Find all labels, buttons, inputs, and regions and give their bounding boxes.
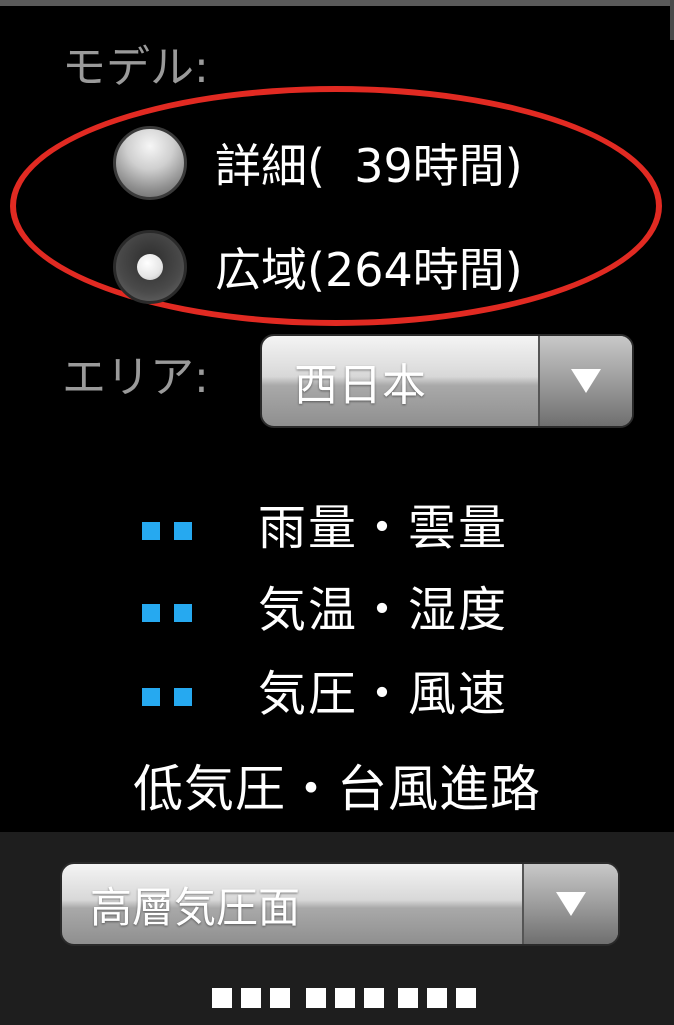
page-dot[interactable] [241, 988, 261, 1008]
page-dot[interactable] [456, 988, 476, 1008]
model-option-wide-label: 広域(264時間) [215, 243, 523, 297]
top-border [0, 0, 674, 6]
area-select-value: 西日本 [294, 360, 426, 411]
radio-selected-icon[interactable] [113, 230, 187, 304]
bullet-icon [142, 522, 160, 540]
level-select-value: 高層気圧面 [90, 882, 301, 932]
page-dot[interactable] [427, 988, 447, 1008]
bullet-icon [174, 604, 192, 622]
menu-item-label: 雨量・雲量 [258, 500, 509, 556]
top-border-right [670, 0, 674, 40]
area-select-arrow[interactable] [538, 336, 632, 426]
menu-item-label: 気圧・風速 [258, 666, 509, 722]
menu-item-rain-cloud[interactable]: 雨量・雲量 [0, 498, 674, 558]
menu-item-pressure-wind[interactable]: 気圧・風速 [0, 664, 674, 724]
chevron-down-icon [556, 892, 586, 916]
radio-unselected-icon[interactable] [113, 126, 187, 200]
level-select-arrow[interactable] [522, 864, 618, 944]
menu-item-label: 気温・湿度 [258, 582, 509, 638]
page-dot[interactable] [364, 988, 384, 1008]
model-option-wide[interactable]: 広域(264時間) [113, 230, 523, 304]
bullet-icon [142, 688, 160, 706]
page-dot[interactable] [398, 988, 418, 1008]
model-option-detail-label: 詳細( 39時間) [215, 139, 523, 193]
model-label: モデル: [62, 42, 209, 93]
chevron-down-icon [571, 369, 601, 393]
area-select[interactable]: 西日本 [260, 334, 634, 428]
bullet-icon [174, 522, 192, 540]
page-dot[interactable] [270, 988, 290, 1008]
page-dot[interactable] [335, 988, 355, 1008]
page-dot[interactable] [212, 988, 232, 1008]
bullet-icon [142, 604, 160, 622]
menu-item-typhoon-track[interactable]: 低気圧・台風進路 [0, 756, 674, 822]
level-select[interactable]: 高層気圧面 [60, 862, 620, 946]
model-option-detail[interactable]: 詳細( 39時間) [113, 126, 523, 200]
menu-item-temp-humidity[interactable]: 気温・湿度 [0, 580, 674, 640]
radio-dot-icon [137, 254, 163, 280]
bullet-icon [174, 688, 192, 706]
page-dot[interactable] [306, 988, 326, 1008]
area-label: エリア: [62, 352, 209, 403]
